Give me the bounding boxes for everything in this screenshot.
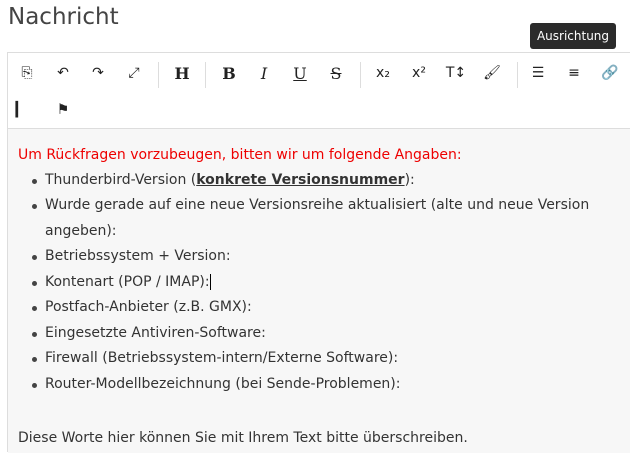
list-item: Postfach-Anbieter (z.B. GMX): <box>32 295 626 321</box>
item-text: ): <box>404 171 415 188</box>
list-item: Eingesetzte Antiviren-Software: <box>32 321 626 347</box>
subscript-button[interactable]: x₂ <box>370 61 396 85</box>
underline-button[interactable]: U <box>287 61 313 85</box>
text-caret <box>209 273 211 290</box>
heading-button[interactable]: H <box>169 61 195 85</box>
source-code-button[interactable]: ⎘ <box>14 61 40 85</box>
list-item: Kontenart (POP / IMAP): <box>32 270 626 296</box>
divider <box>205 62 206 88</box>
underline-icon: U <box>293 63 307 83</box>
list-item: Thunderbird-Version (konkrete Versionsnu… <box>32 168 626 194</box>
italic-button[interactable]: I <box>251 61 277 85</box>
flag-icon: ⚑ <box>56 102 70 118</box>
bold-link-text: konkrete Versionsnummer <box>196 171 405 188</box>
superscript-button[interactable]: x² <box>406 61 432 85</box>
font-size-icon: T↕ <box>445 65 467 81</box>
align-button[interactable]: ≡ <box>561 61 587 85</box>
font-size-button[interactable]: T↕ <box>443 61 469 85</box>
list-item: Wurde gerade auf eine neue Versionsreihe… <box>32 193 626 244</box>
divider <box>360 62 361 88</box>
divider <box>158 62 159 88</box>
flag-button[interactable]: ⚑ <box>50 98 76 122</box>
link-icon: 🔗 <box>601 65 619 81</box>
text-cursor-icon: ▎ <box>15 102 27 118</box>
subscript-icon: x₂ <box>376 65 390 81</box>
italic-icon: I <box>260 63 268 83</box>
page-title: Nachricht <box>8 4 119 30</box>
strikethrough-button[interactable]: S <box>323 61 349 85</box>
undo-icon: ↶ <box>57 65 69 81</box>
editor-toolbar: ⎘ ↶ ↷ ⤢ H B I U Sx₂ x² T↕ 🖌 ☰ ≡ 🔗 ▎ ⚑ <box>8 53 630 129</box>
item-text: Kontenart (POP / IMAP): <box>45 273 210 290</box>
strikethrough-icon: S <box>330 63 342 83</box>
list-icon: ☰ <box>531 65 545 81</box>
undo-button[interactable]: ↶ <box>50 61 76 85</box>
tooltip: Ausrichtung <box>530 23 616 49</box>
fullscreen-button[interactable]: ⤢ <box>121 61 147 85</box>
divider <box>517 62 518 88</box>
bold-button[interactable]: B <box>216 61 242 85</box>
list-item: Router-Modellbezeichnung (bei Sende-Prob… <box>32 372 626 398</box>
redo-button[interactable]: ↷ <box>85 61 111 85</box>
list-button[interactable]: ☰ <box>525 61 551 85</box>
item-text: Thunderbird-Version ( <box>45 171 197 188</box>
editor-content[interactable]: Um Rückfragen vorzubeugen, bitten wir um… <box>8 129 630 453</box>
source-code-icon: ⎘ <box>21 65 33 81</box>
link-button[interactable]: 🔗 <box>597 61 623 85</box>
bold-icon: B <box>222 63 236 83</box>
list-item: Betriebssystem + Version: <box>32 244 626 270</box>
footer-text: Diese Worte hier können Sie mit Ihrem Te… <box>18 430 468 446</box>
align-icon: ≡ <box>568 65 580 81</box>
info-list: Thunderbird-Version (konkrete Versionsnu… <box>18 168 626 398</box>
intro-text: Um Rückfragen vorzubeugen, bitten wir um… <box>18 147 462 163</box>
heading-icon: H <box>174 63 190 83</box>
paint-brush-icon: 🖌 <box>483 65 501 81</box>
paint-brush-button[interactable]: 🖌 <box>479 61 505 85</box>
redo-icon: ↷ <box>92 65 104 81</box>
fullscreen-icon: ⤢ <box>128 65 140 81</box>
rich-text-editor: ⎘ ↶ ↷ ⤢ H B I U Sx₂ x² T↕ 🖌 ☰ ≡ 🔗 ▎ ⚑ Um Rückfragen vorz… <box>7 52 630 453</box>
text-cursor-button[interactable]: ▎ <box>8 98 34 122</box>
list-item: Firewall (Betriebssystem-intern/Externe … <box>32 346 626 372</box>
superscript-icon: x² <box>412 65 426 81</box>
